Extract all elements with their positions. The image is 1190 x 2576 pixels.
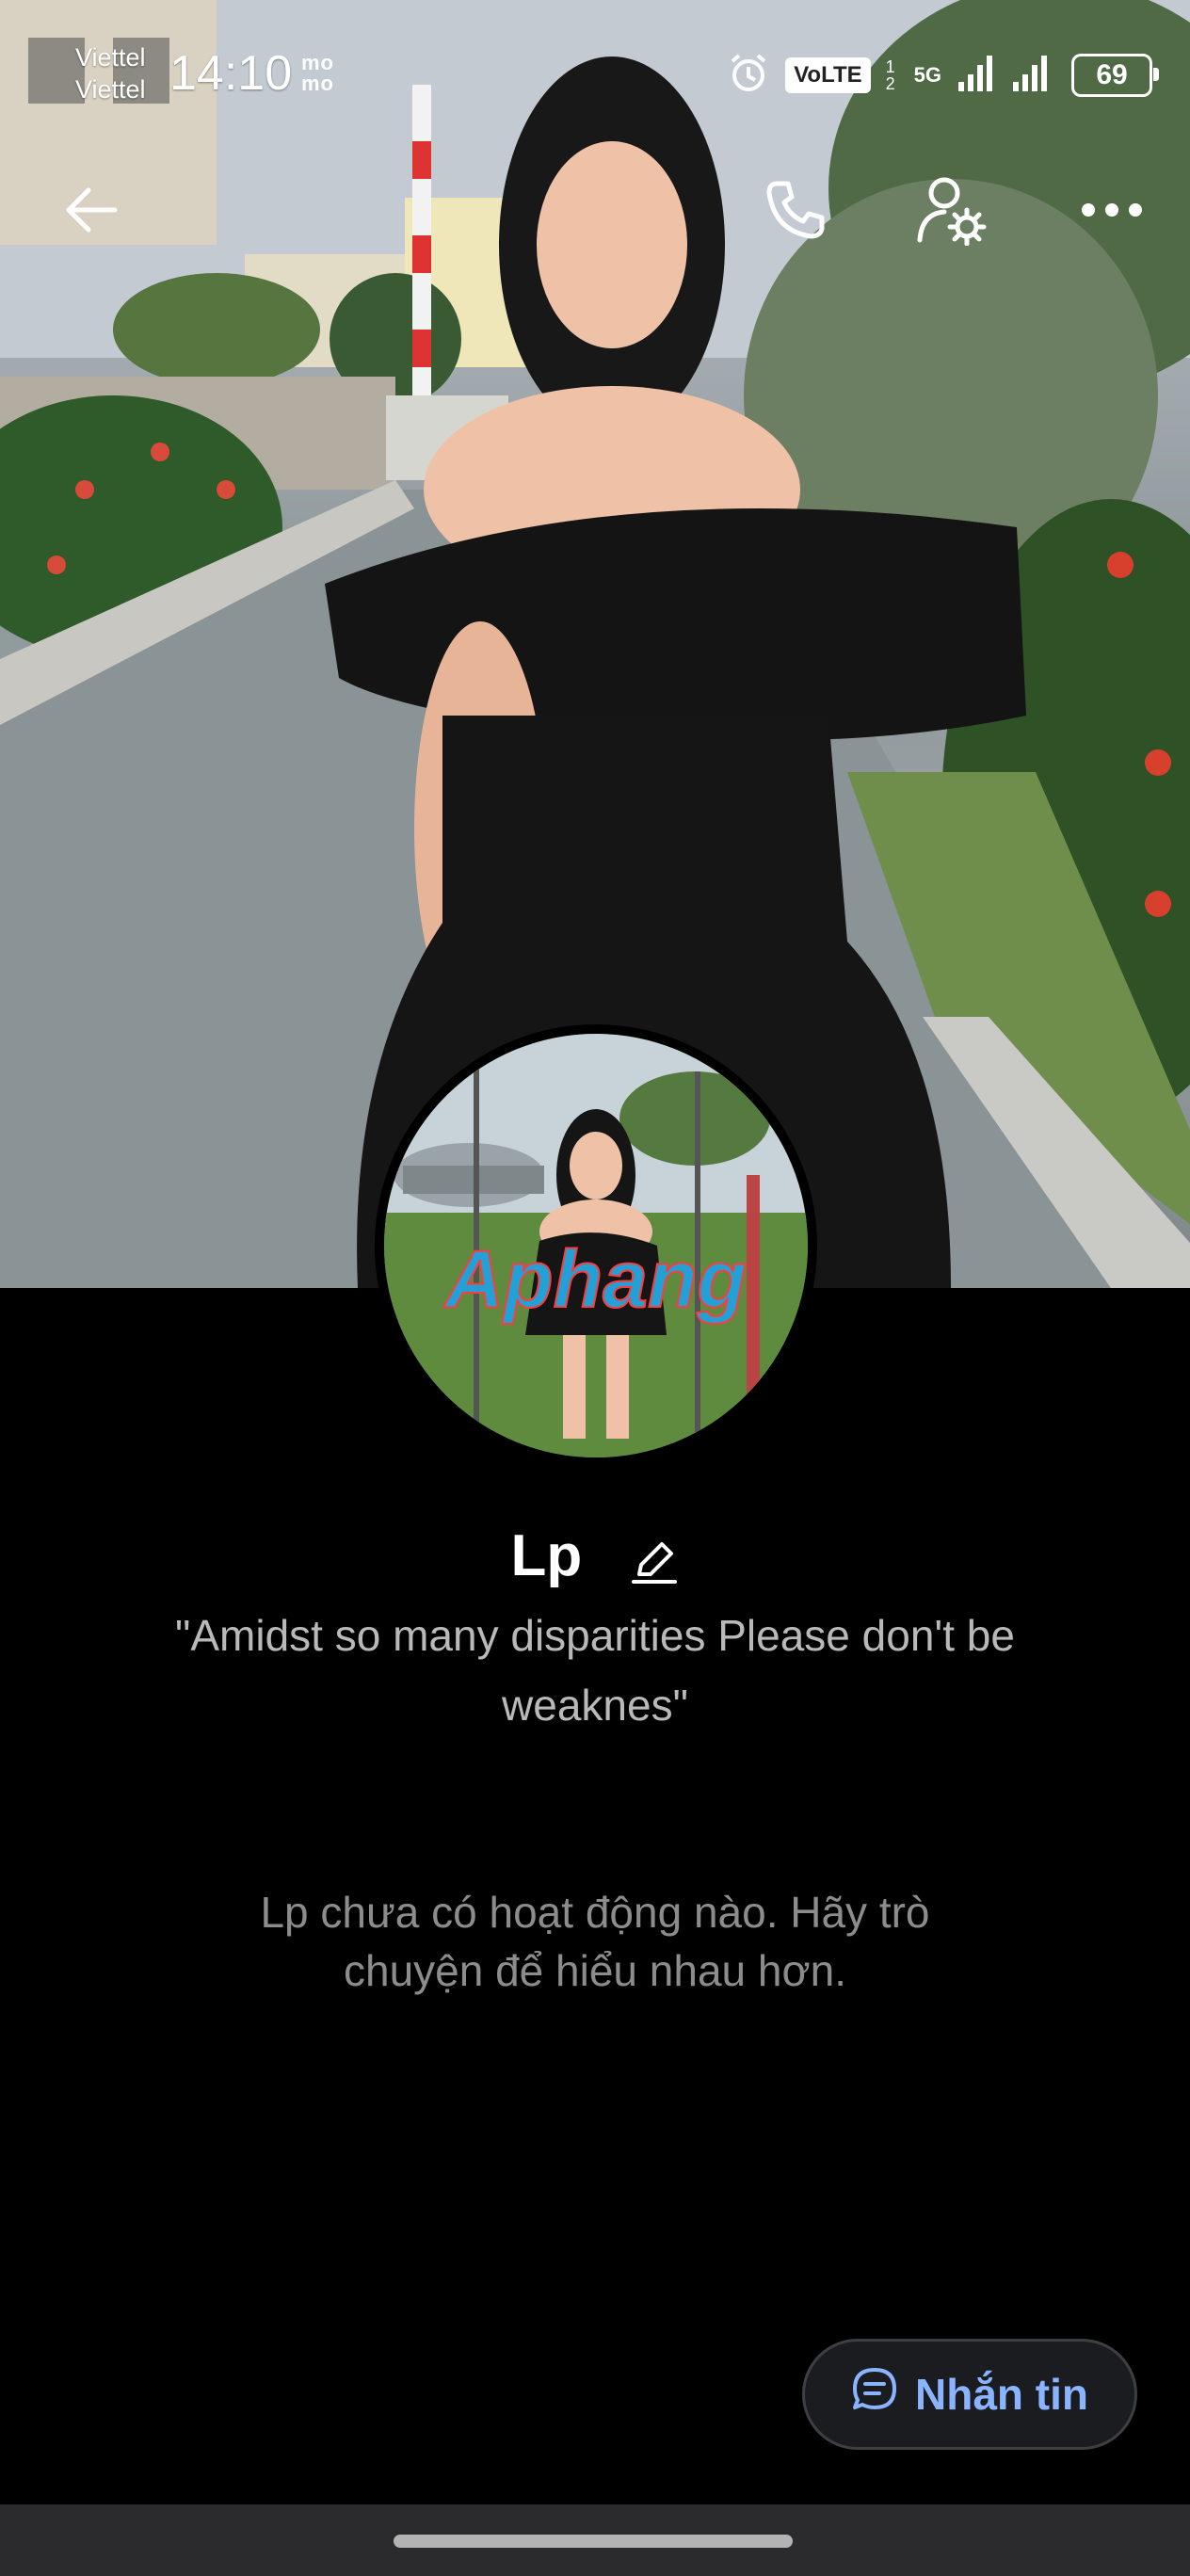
message-button-label: Nhắn tin	[915, 2370, 1088, 2419]
avatar[interactable]: Aphang	[375, 1024, 817, 1467]
signal-icon-sim2	[1011, 54, 1056, 98]
more-options-button[interactable]	[1069, 169, 1154, 254]
battery-icon: 69	[1071, 54, 1159, 97]
carrier-sim2: Viettel	[75, 75, 146, 104]
volte-badge: VoLTE	[785, 57, 871, 93]
profile-name-row: Lp	[0, 1518, 1190, 1591]
avatar-photo: Aphang	[384, 1034, 808, 1457]
momo-icon: mo mo	[301, 53, 348, 94]
chat-bubble-icon	[851, 2366, 898, 2423]
battery-level: 69	[1096, 59, 1128, 90]
user-settings-icon	[916, 174, 988, 250]
status-time: 14:10	[169, 46, 293, 101]
carrier-sim1: Viettel	[75, 43, 146, 72]
home-gesture-handle[interactable]	[394, 2535, 793, 2548]
more-horizontal-icon	[1079, 201, 1145, 224]
carrier-labels: Viettel Viettel	[75, 41, 146, 105]
momo-line2: mo	[301, 72, 334, 95]
sim-slot-label: 1 2	[885, 57, 895, 93]
profile-bio: "Amidst so many disparities Please don't…	[175, 1611, 1015, 1730]
system-nav-bar	[0, 2504, 1190, 2576]
profile-name: Lp	[510, 1522, 583, 1588]
empty-activity-message: Lp chưa có hoạt động nào. Hãy trò chuyện…	[260, 1888, 930, 1995]
call-button[interactable]	[753, 169, 838, 254]
status-icons: VoLTE 1 2 5G 69	[727, 49, 1159, 102]
back-button[interactable]	[49, 169, 134, 254]
profile-settings-button[interactable]	[909, 169, 994, 254]
signal-icon-sim1	[957, 54, 996, 98]
phone-icon	[762, 176, 829, 249]
pencil-icon[interactable]	[630, 1532, 679, 1584]
avatar-watermark: Aphang	[443, 1234, 747, 1325]
arrow-left-icon	[60, 179, 122, 246]
alarm-icon	[727, 52, 770, 100]
status-bar: Viettel Viettel 14:10 mo mo VoLTE 1 2 5G…	[0, 0, 1190, 151]
momo-line1: mo	[301, 51, 334, 74]
message-button[interactable]: Nhắn tin	[802, 2339, 1137, 2450]
network-5g-label: 5G	[913, 63, 941, 87]
